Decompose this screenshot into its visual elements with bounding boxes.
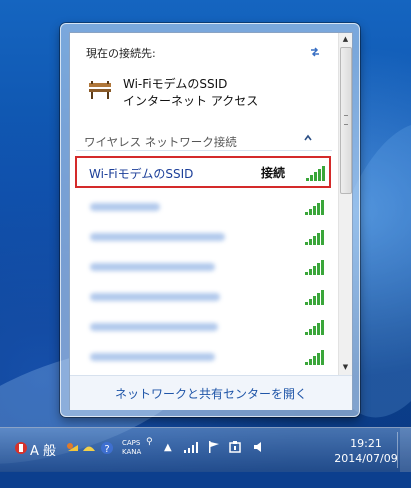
- clock-time: 19:21: [350, 437, 382, 450]
- connection-access-type: インターネット アクセス: [123, 94, 259, 108]
- network-item[interactable]: [76, 312, 334, 342]
- ime-bar-icon[interactable]: [14, 441, 28, 458]
- wifi-signal-icon: [304, 228, 328, 246]
- refresh-icon[interactable]: [308, 45, 322, 59]
- wifi-signal-icon: [305, 164, 329, 182]
- network-item[interactable]: [76, 342, 334, 372]
- list-scrollbar[interactable]: ▲ ▼: [338, 33, 352, 375]
- network-flyout: 現在の接続先: Wi-FiモデムのSSID インターネット アクセス ワイヤレス…: [60, 23, 360, 417]
- section-divider: [76, 150, 332, 151]
- connected-ssid: Wi-FiモデムのSSID: [123, 77, 228, 91]
- wifi-signal-icon: [304, 288, 328, 306]
- ime-pad-icon[interactable]: [82, 441, 96, 458]
- network-item-selected[interactable]: Wi-FiモデムのSSID 接続: [75, 156, 331, 188]
- system-clock[interactable]: 19:21 2014/07/09: [330, 436, 402, 466]
- wifi-signal-icon: [304, 348, 328, 366]
- network-item[interactable]: [76, 282, 334, 312]
- wifi-signal-icon: [304, 318, 328, 336]
- ime-options-icon[interactable]: ⚲: [146, 437, 153, 447]
- redacted-network-name: [90, 353, 215, 361]
- taskbar: A 般 ? CAPS KANA ⚲ ▲ 19:21 2014/07/09: [0, 427, 411, 472]
- caps-kana-indicator[interactable]: CAPS KANA: [122, 439, 141, 457]
- caps-label: CAPS: [122, 439, 141, 447]
- scroll-grip: [344, 115, 348, 125]
- network-item[interactable]: [76, 222, 334, 252]
- redacted-network-name: [90, 233, 225, 241]
- network-name: Wi-FiモデムのSSID: [89, 167, 194, 181]
- redacted-network-name: [90, 263, 215, 271]
- network-status: 接続: [261, 166, 286, 180]
- network-item[interactable]: [76, 192, 334, 222]
- network-bench-icon: [88, 80, 112, 100]
- help-icon[interactable]: ?: [100, 441, 114, 458]
- network-item[interactable]: [76, 252, 334, 282]
- volume-icon[interactable]: [252, 440, 266, 457]
- section-title: ワイヤレス ネットワーク接続: [84, 135, 237, 149]
- svg-text:?: ?: [104, 444, 109, 455]
- network-tray-icon[interactable]: [183, 440, 199, 457]
- network-list-area: 現在の接続先: Wi-FiモデムのSSID インターネット アクセス ワイヤレス…: [70, 33, 337, 375]
- wireless-section-header[interactable]: ワイヤレス ネットワーク接続: [76, 131, 334, 151]
- ime-tool-icon[interactable]: [66, 441, 80, 458]
- open-network-center-link[interactable]: ネットワークと共有センターを開く: [70, 385, 352, 402]
- current-connection-label: 現在の接続先:: [86, 47, 156, 60]
- ime-mode-indicator[interactable]: A 般: [30, 440, 56, 459]
- chevron-up-icon[interactable]: [303, 133, 313, 146]
- scroll-up-icon[interactable]: ▲: [339, 33, 352, 46]
- scroll-thumb[interactable]: [340, 47, 352, 194]
- redacted-network-name: [90, 293, 220, 301]
- wifi-signal-icon: [304, 258, 328, 276]
- show-hidden-icons-icon[interactable]: ▲: [164, 442, 172, 453]
- show-desktop-button[interactable]: [400, 428, 411, 472]
- network-panel: 現在の接続先: Wi-FiモデムのSSID インターネット アクセス ワイヤレス…: [69, 32, 353, 410]
- power-icon[interactable]: [228, 440, 242, 457]
- redacted-network-name: [90, 323, 218, 331]
- kana-label: KANA: [122, 448, 142, 456]
- scroll-down-icon[interactable]: ▼: [339, 361, 352, 374]
- flyout-footer: ネットワークと共有センターを開く: [70, 375, 352, 410]
- redacted-network-name: [90, 203, 160, 211]
- clock-date: 2014/07/09: [334, 452, 398, 465]
- wifi-signal-icon: [304, 198, 328, 216]
- taskbar-divider: [397, 432, 398, 468]
- action-center-flag-icon[interactable]: [207, 440, 221, 457]
